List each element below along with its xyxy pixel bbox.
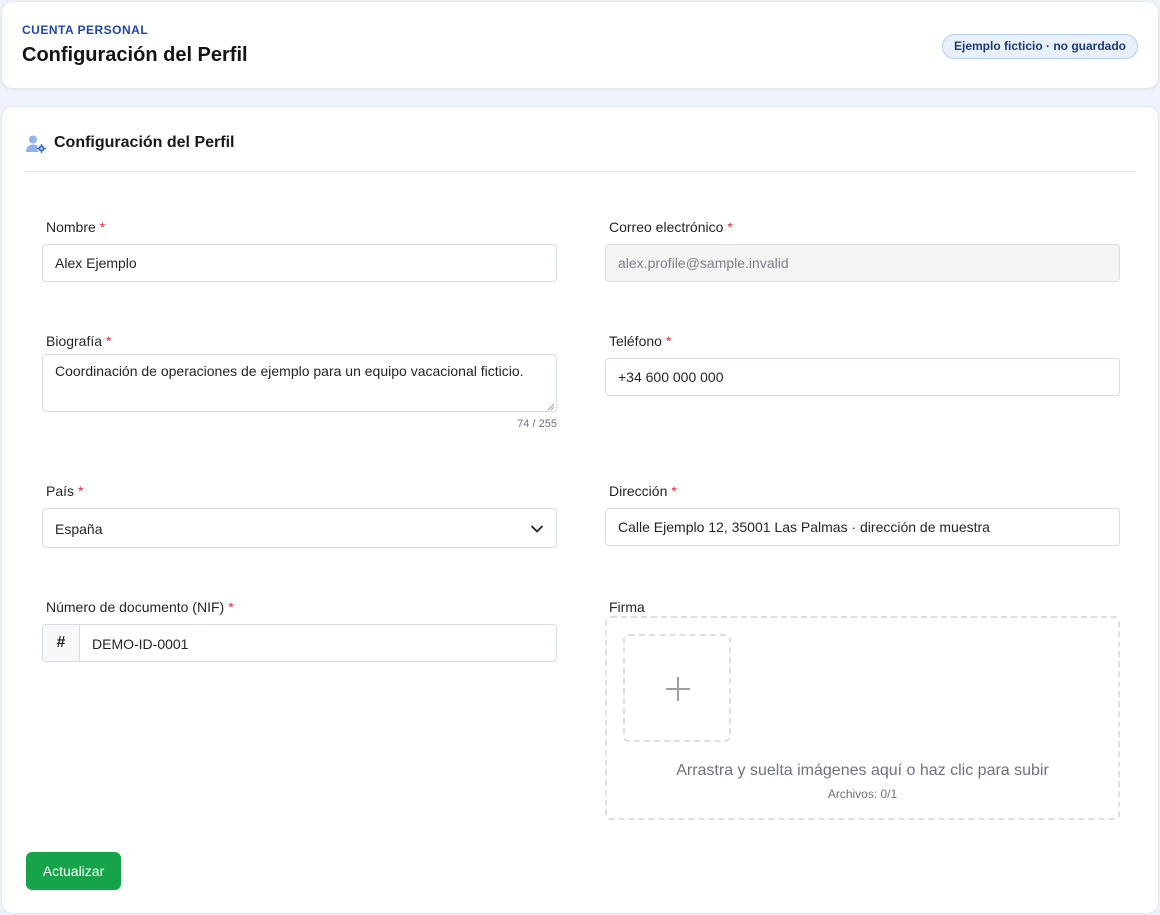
bio-char-counter: 74 / 255 [517,418,557,430]
email-label-text: Correo electrónico [609,219,724,235]
email-input[interactable] [605,244,1120,282]
name-label-text: Nombre [46,219,96,235]
country-select-value: España [55,521,103,537]
upload-tile[interactable] [623,634,731,742]
page-title: Configuración del Perfil [22,44,248,66]
required-marker: * [665,333,672,349]
required-marker: * [727,219,733,235]
dropzone-file-count: Archivos: 0/1 [827,787,898,801]
chevron-down-icon [531,525,543,533]
eyebrow-label: CUENTA PERSONAL [22,23,149,37]
bio-label-text: Biografía [46,333,103,349]
signature-dropzone[interactable]: Arrastra y suelta imágenes aquí o haz cl… [605,616,1120,820]
hash-prefix-icon: # [43,625,80,661]
country-label-text: País [46,483,75,499]
section-header: Configuración del Perfil [25,107,1136,172]
required-marker: * [78,483,84,499]
dropzone-instructions: Arrastra y suelta imágenes aquí o haz cl… [676,762,1049,779]
profile-form-card: Configuración del Perfil Nombre* Correo … [1,106,1159,914]
phone-label: Teléfono * [609,333,671,349]
required-marker: * [671,483,677,499]
document-label: Número de documento (NIF) * [46,599,234,615]
country-label: País * [46,483,83,499]
address-input[interactable] [605,508,1120,546]
name-label: Nombre * [46,219,105,235]
bio-label: Biografía * [46,333,112,349]
required-marker: * [228,599,234,615]
document-input-group[interactable]: # DEMO-ID-0001 [42,624,557,662]
user-settings-icon [26,135,47,154]
signature-label: Firma [609,599,645,615]
email-label: Correo electrónico * [609,219,733,235]
resize-handle-icon[interactable] [547,403,555,411]
address-label-text: Dirección [609,483,668,499]
country-select[interactable]: España [42,508,557,548]
required-marker: * [99,219,106,235]
address-label: Dirección * [609,483,677,499]
update-button[interactable]: Actualizar [26,852,121,890]
document-label-text: Número de documento (NIF) [46,599,225,615]
header-card: CUENTA PERSONAL Configuración del Perfil… [1,1,1159,89]
bio-textarea[interactable]: Coordinación de operaciones de ejemplo p… [42,354,557,412]
section-title: Configuración del Perfil [54,134,235,151]
phone-input[interactable] [605,358,1120,396]
phone-label-text: Teléfono [609,333,662,349]
plus-icon [666,677,690,701]
required-marker: * [106,333,112,349]
name-input[interactable] [42,244,557,282]
status-badge: Ejemplo ficticio · no guardado [941,34,1138,59]
document-input[interactable]: DEMO-ID-0001 [92,636,188,652]
